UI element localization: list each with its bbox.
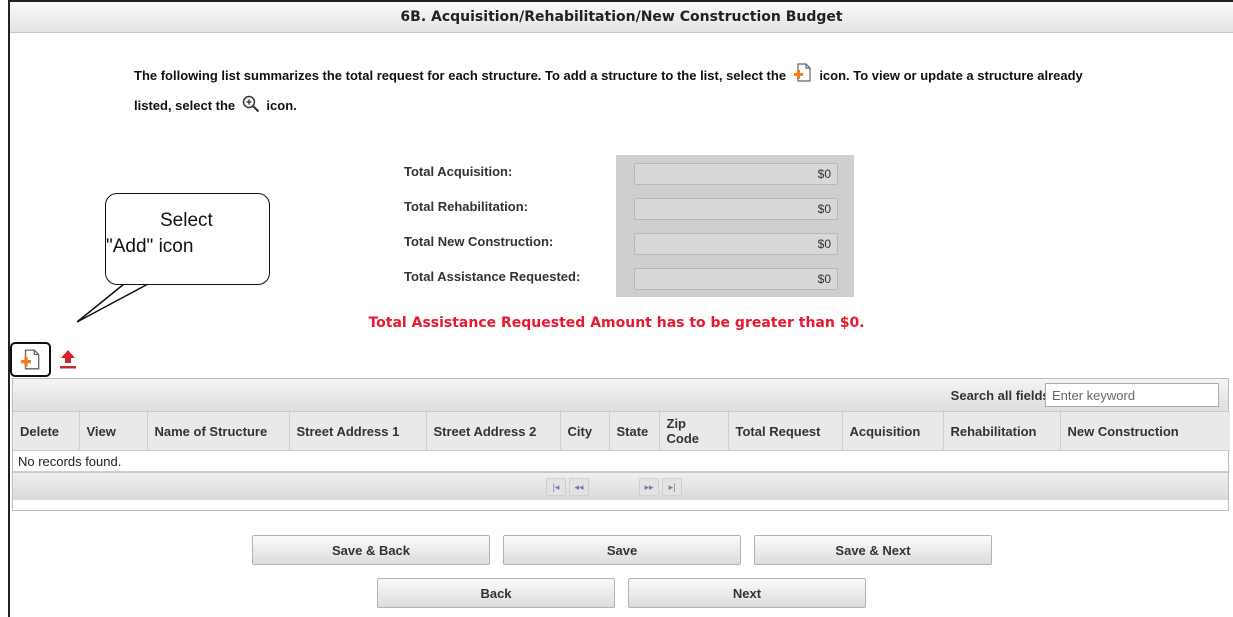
search-input[interactable] (1045, 383, 1219, 407)
callout-pointer (76, 283, 149, 323)
column-header-street-address-1[interactable]: Street Address 1 (289, 412, 427, 451)
save-and-next-button[interactable]: Save & Next (754, 535, 992, 565)
column-header-rehabilitation[interactable]: Rehabilitation (943, 412, 1061, 451)
column-header-acquisition[interactable]: Acquisition (842, 412, 944, 451)
back-button[interactable]: Back (377, 578, 615, 608)
column-header-state[interactable]: State (609, 412, 660, 451)
upload-arrow-icon (57, 350, 79, 375)
save-button[interactable]: Save (503, 535, 741, 565)
first-page-button[interactable]: |◂ (546, 478, 566, 496)
callout-line1: Select (160, 210, 213, 231)
column-header-view[interactable]: View (79, 412, 148, 451)
callout-bubble: Select "Add" icon (105, 193, 270, 285)
structures-grid: Delete View Name of Structure Street Add… (13, 412, 1230, 472)
next-button[interactable]: Next (628, 578, 866, 608)
add-structure-button[interactable] (10, 342, 51, 377)
table-row: No records found. (13, 450, 1230, 472)
column-header-new-construction[interactable]: New Construction (1060, 412, 1230, 451)
upload-button[interactable] (57, 347, 79, 371)
next-page-button[interactable]: ▸▸ (639, 478, 659, 496)
column-header-name-of-structure[interactable]: Name of Structure (147, 412, 290, 451)
structures-table: Search all fields: Delete View Name of S… (12, 378, 1230, 511)
save-and-back-button[interactable]: Save & Back (252, 535, 490, 565)
column-header-delete[interactable]: Delete (13, 412, 80, 451)
callout-line2: "Add" icon (106, 236, 194, 257)
add-document-icon (20, 349, 42, 376)
column-header-city[interactable]: City (560, 412, 610, 451)
search-label: Search all fields: (950, 388, 1054, 403)
column-header-street-address-2[interactable]: Street Address 2 (426, 412, 561, 451)
table-toolbar: Search all fields: (13, 379, 1228, 412)
column-header-zip-code[interactable]: Zip Code (659, 412, 729, 451)
previous-page-button[interactable]: ◂◂ (569, 478, 589, 496)
table-pager: |◂ ◂◂ ▸▸ ▸| (13, 472, 1228, 500)
table-header-row: Delete View Name of Structure Street Add… (13, 412, 1230, 451)
last-page-button[interactable]: ▸| (662, 478, 682, 496)
empty-records-text: No records found. (13, 450, 1230, 472)
column-header-total-request[interactable]: Total Request (728, 412, 843, 451)
